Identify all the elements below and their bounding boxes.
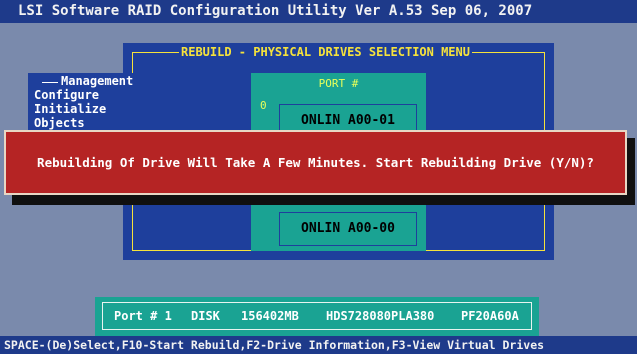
rebuild-confirm-dialog[interactable]: Rebuilding Of Drive Will Take A Few Minu… <box>4 130 627 195</box>
info-port: Port # 1 <box>114 309 172 323</box>
status-help-text: SPACE-(De)Select,F10-Start Rebuild,F2-Dr… <box>4 338 545 352</box>
status-bar: SPACE-(De)Select,F10-Start Rebuild,F2-Dr… <box>0 336 637 354</box>
drive-info-bar: Port # 1 DISK 156402MB HDS728080PLA380 P… <box>95 297 539 336</box>
menu-item-configure[interactable]: Configure <box>34 89 99 101</box>
port-header: PORT # <box>318 77 359 90</box>
info-firmware: PF20A60A <box>461 309 519 323</box>
management-menu: Management Configure Initialize Objects <box>28 73 138 135</box>
info-size: 156402MB <box>241 309 299 323</box>
title-bar: LSI Software RAID Configuration Utility … <box>0 0 637 23</box>
menu-item-objects[interactable]: Objects <box>34 117 85 129</box>
port-index: 0 <box>260 99 267 112</box>
dialog-message: Rebuilding Of Drive Will Take A Few Minu… <box>37 155 594 170</box>
title-text: LSI Software RAID Configuration Utility … <box>18 3 533 19</box>
menu-title: REBUILD - PHYSICAL DRIVES SELECTION MENU <box>179 45 472 59</box>
info-type: DISK <box>191 309 220 323</box>
drive-info-frame: Port # 1 DISK 156402MB HDS728080PLA380 P… <box>102 302 532 330</box>
menu-item-initialize[interactable]: Initialize <box>34 103 106 115</box>
drive-item-a00-00[interactable]: ONLIN A00-00 <box>279 212 417 246</box>
dialog-shadow-bottom <box>12 195 635 205</box>
management-title: Management <box>61 74 134 88</box>
info-model: HDS728080PLA380 <box>326 309 435 323</box>
management-title-line <box>42 82 58 83</box>
